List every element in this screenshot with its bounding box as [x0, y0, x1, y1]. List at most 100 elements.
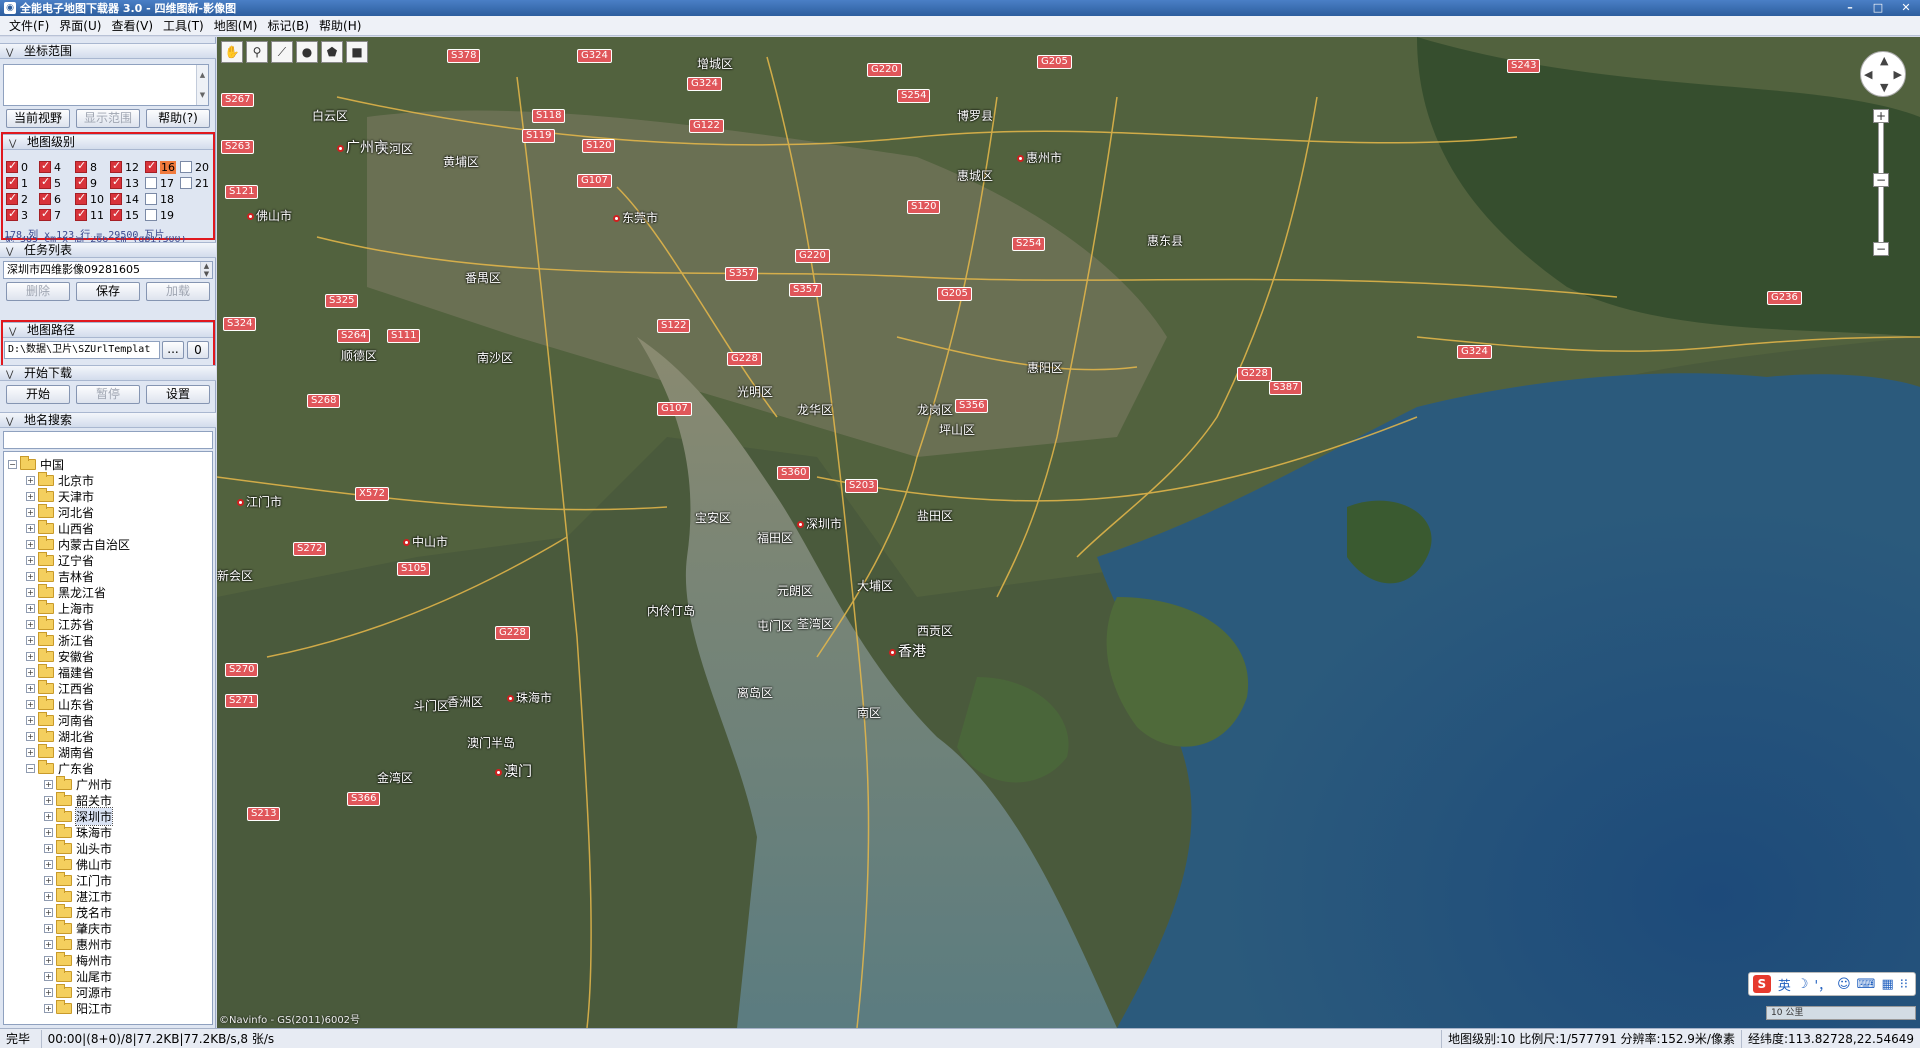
checkbox-icon[interactable]: [180, 161, 192, 173]
task-select[interactable]: 深圳市四维影像09281605 ▲ ▼: [3, 261, 213, 279]
checkbox-icon[interactable]: [39, 159, 51, 173]
checkbox-icon[interactable]: [39, 207, 51, 221]
tree-node[interactable]: + 内蒙古自治区: [26, 535, 130, 552]
expand-icon[interactable]: +: [44, 1003, 53, 1013]
expand-icon[interactable]: +: [26, 603, 35, 613]
settings-button[interactable]: 设置: [146, 385, 210, 404]
scroll-down-icon[interactable]: ▼: [197, 85, 208, 105]
level-checkbox-6[interactable]: 6: [39, 191, 61, 206]
expand-icon[interactable]: +: [26, 539, 35, 549]
delete-button[interactable]: 删除: [6, 282, 70, 301]
marker-pin-icon[interactable]: ⚲: [246, 41, 268, 63]
expand-icon[interactable]: +: [26, 555, 35, 565]
checkbox-icon[interactable]: [75, 207, 87, 221]
tree-node[interactable]: + 上海市: [26, 599, 94, 616]
ime-toolbar[interactable]: S 英 ☽ '， ☺ ⌨ ▦ ⁝⁝: [1747, 972, 1916, 996]
rectangle-icon[interactable]: ■: [346, 41, 368, 63]
tree-node[interactable]: + 广州市: [44, 775, 112, 792]
tree-node[interactable]: + 汕头市: [44, 839, 112, 856]
ime-moon-icon[interactable]: ☽: [1797, 977, 1809, 992]
expand-icon[interactable]: +: [44, 939, 53, 949]
tree-node[interactable]: + 河源市: [44, 983, 112, 1000]
tree-node[interactable]: + 茂名市: [44, 903, 112, 920]
expand-icon[interactable]: +: [26, 491, 35, 501]
pan-left-icon[interactable]: ◀: [1864, 68, 1872, 81]
checkbox-icon[interactable]: [6, 159, 18, 173]
expand-icon[interactable]: +: [44, 971, 53, 981]
level-checkbox-1[interactable]: 1: [6, 175, 28, 190]
tree-node[interactable]: + 惠州市: [44, 935, 112, 952]
tree-node[interactable]: − 广东省: [26, 759, 94, 776]
level-checkbox-4[interactable]: 4: [39, 159, 61, 174]
level-checkbox-14[interactable]: 14: [110, 191, 139, 206]
tree-node[interactable]: − 中国: [8, 455, 64, 472]
checkbox-icon[interactable]: [75, 191, 87, 205]
tree-node[interactable]: + 汕尾市: [44, 967, 112, 984]
polygon-icon[interactable]: ⬟: [321, 41, 343, 63]
spin-icon[interactable]: ▲ ▼: [200, 262, 212, 278]
menu-marker[interactable]: 标记(B): [262, 16, 314, 36]
ime-emoji-icon[interactable]: ☺: [1837, 977, 1851, 992]
checkbox-icon[interactable]: [110, 191, 122, 205]
checkbox-icon[interactable]: [39, 175, 51, 189]
level-checkbox-7[interactable]: 7: [39, 207, 61, 222]
expand-icon[interactable]: +: [26, 587, 35, 597]
tree-node[interactable]: + 珠海市: [44, 823, 112, 840]
place-search-input[interactable]: [3, 431, 213, 449]
polyline-icon[interactable]: ⟋: [271, 41, 293, 63]
menu-interface[interactable]: 界面(U): [54, 16, 106, 36]
expand-icon[interactable]: +: [44, 875, 53, 885]
expand-icon[interactable]: +: [44, 955, 53, 965]
collapse-icon[interactable]: −: [26, 763, 35, 773]
expand-icon[interactable]: +: [26, 507, 35, 517]
tree-node[interactable]: + 辽宁省: [26, 551, 94, 568]
expand-icon[interactable]: +: [44, 827, 53, 837]
ime-skin-icon[interactable]: ▦: [1881, 977, 1893, 992]
tree-node[interactable]: + 湖南省: [26, 743, 94, 760]
level-checkbox-11[interactable]: 11: [75, 207, 104, 222]
circle-icon[interactable]: ●: [296, 41, 318, 63]
pan-control[interactable]: ▲ ▼ ◀ ▶: [1860, 51, 1906, 97]
checkbox-icon[interactable]: [110, 207, 122, 221]
start-button[interactable]: 开始: [6, 385, 70, 404]
maximize-button[interactable]: □: [1864, 0, 1892, 16]
level-checkbox-3[interactable]: 3: [6, 207, 28, 222]
expand-icon[interactable]: +: [44, 891, 53, 901]
expand-icon[interactable]: +: [26, 667, 35, 677]
tree-node[interactable]: + 深圳市: [44, 806, 114, 826]
checkbox-icon[interactable]: [110, 175, 122, 189]
expand-icon[interactable]: +: [26, 731, 35, 741]
expand-icon[interactable]: +: [26, 571, 35, 581]
scroll-up-icon[interactable]: ▲: [197, 65, 208, 85]
map-view[interactable]: ✋ ⚲ ⟋ ● ⬟ ■ 广州市 东莞市 惠州市 佛山市 深圳市 中山市 江门市 珠海市 澳门 香港…: [217, 37, 1920, 1028]
tree-node[interactable]: + 黑龙江省: [26, 583, 106, 600]
expand-icon[interactable]: +: [44, 907, 53, 917]
level-checkbox-15[interactable]: 15: [110, 207, 139, 222]
ime-punct-icon[interactable]: '，: [1815, 975, 1832, 994]
tree-node[interactable]: + 吉林省: [26, 567, 94, 584]
level-checkbox-19[interactable]: 19: [145, 208, 174, 222]
ime-keyboard-icon[interactable]: ⌨: [1857, 977, 1876, 992]
menu-map[interactable]: 地图(M): [209, 16, 263, 36]
checkbox-icon[interactable]: [145, 209, 157, 221]
menu-file[interactable]: 文件(F): [4, 16, 54, 36]
checkbox-icon[interactable]: [6, 207, 18, 221]
tree-node[interactable]: + 梅州市: [44, 951, 112, 968]
level-checkbox-8[interactable]: 8: [75, 159, 97, 174]
level-checkbox-20[interactable]: 20: [180, 160, 209, 174]
tree-node[interactable]: + 天津市: [26, 487, 94, 504]
level-checkbox-17[interactable]: 17: [145, 176, 174, 190]
checkbox-icon[interactable]: [75, 159, 87, 173]
tree-node[interactable]: + 山西省: [26, 519, 94, 536]
save-button[interactable]: 保存: [76, 282, 140, 301]
tree-node[interactable]: + 韶关市: [44, 791, 112, 808]
coord-scrollbar[interactable]: ▲ ▼: [196, 65, 208, 105]
collapse-icon[interactable]: −: [8, 459, 17, 469]
checkbox-icon[interactable]: [39, 191, 51, 205]
help-button[interactable]: 帮助(?): [146, 109, 210, 128]
expand-icon[interactable]: +: [26, 699, 35, 709]
checkbox-icon[interactable]: [145, 159, 157, 173]
place-tree[interactable]: − 中国 + 北京市 + 天津市 + 河北省 + 山西省 + 内蒙古自治区 + 辽宁省 + 吉林省 + 黑龙江省 +…: [3, 451, 213, 1025]
expand-icon[interactable]: +: [44, 779, 53, 789]
minimize-button[interactable]: –: [1836, 0, 1864, 16]
